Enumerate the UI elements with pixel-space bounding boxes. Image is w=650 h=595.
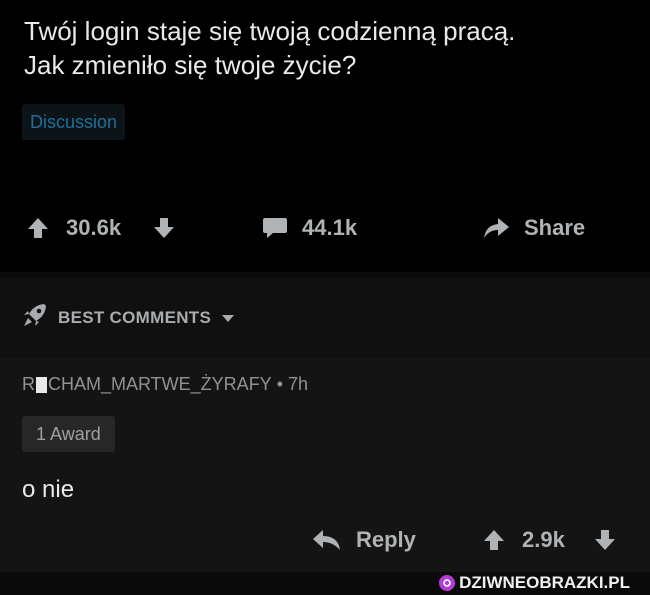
chevron-down-icon bbox=[221, 308, 235, 328]
watermark-text: DZIWNEOBRAZKI.PL bbox=[459, 573, 630, 592]
comment-upvote-button[interactable] bbox=[482, 518, 506, 562]
comment-icon bbox=[262, 216, 288, 240]
watermark-logo-icon bbox=[439, 575, 456, 591]
share-label: Share bbox=[524, 215, 586, 240]
comment-body: o nie bbox=[22, 476, 75, 503]
downvote-icon bbox=[593, 528, 617, 552]
post-card: Twój login staje się twoją codzienną pra… bbox=[0, 0, 650, 272]
upvote-icon bbox=[482, 528, 506, 552]
comments-count: 44.1k bbox=[302, 215, 358, 240]
post-actions: 30.6k 44.1k Share bbox=[0, 206, 650, 250]
share-button[interactable]: Share bbox=[482, 206, 585, 250]
upvote-icon bbox=[26, 216, 50, 240]
sort-dropdown[interactable]: BEST COMMENTS bbox=[22, 302, 235, 333]
upvote-button[interactable] bbox=[26, 206, 50, 250]
comment-meta: • 7h bbox=[271, 374, 309, 394]
reply-button[interactable]: Reply bbox=[312, 518, 416, 562]
downvote-button[interactable] bbox=[152, 206, 176, 250]
flair-badge[interactable]: Discussion bbox=[22, 104, 126, 140]
comment-actions: Reply 2.9k bbox=[0, 518, 650, 562]
sort-label: BEST COMMENTS bbox=[58, 307, 212, 327]
comment-sort-bar: BEST COMMENTS bbox=[0, 278, 650, 358]
award-badge[interactable]: 1 Award bbox=[22, 416, 115, 452]
post-title[interactable]: Twój login staje się twoją codzienną pra… bbox=[24, 14, 634, 82]
downvote-icon bbox=[152, 216, 176, 240]
comments-button[interactable]: 44.1k bbox=[262, 206, 357, 250]
reply-icon bbox=[312, 528, 342, 552]
comment-author[interactable]: R CHAM_MARTWE_ŻYRAFY • 7h bbox=[22, 374, 308, 395]
watermark-bar: DZIWNEOBRAZKI.PL bbox=[0, 572, 650, 595]
reply-label: Reply bbox=[356, 527, 416, 552]
author-name-start: R bbox=[22, 374, 35, 394]
site-watermark: DZIWNEOBRAZKI.PL bbox=[439, 573, 630, 593]
censor-block bbox=[36, 376, 47, 393]
comment-downvote-button[interactable] bbox=[593, 518, 617, 562]
comment-card: R CHAM_MARTWE_ŻYRAFY • 7h 1 Award o nie … bbox=[0, 358, 650, 572]
rocket-icon bbox=[22, 302, 48, 333]
author-name-rest: CHAM_MARTWE_ŻYRAFY bbox=[48, 374, 272, 394]
post-score: 30.6k bbox=[66, 215, 122, 240]
comment-score: 2.9k bbox=[522, 527, 565, 552]
share-icon bbox=[482, 216, 510, 240]
